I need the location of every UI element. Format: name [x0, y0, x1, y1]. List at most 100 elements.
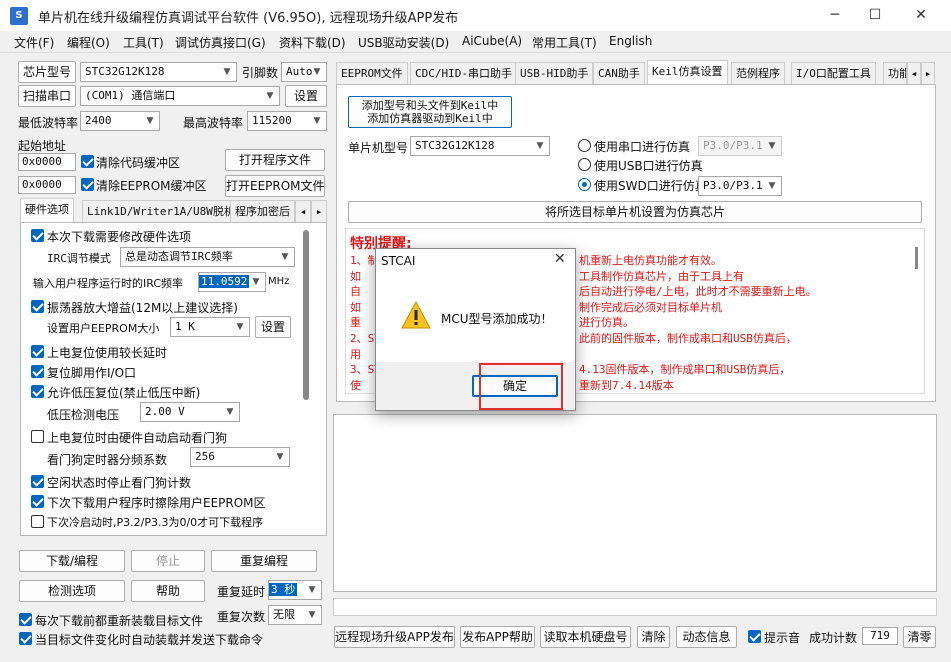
output-log[interactable]	[333, 414, 937, 592]
publish-help-button[interactable]: 发布APP帮助	[460, 626, 535, 648]
wdt-select[interactable]: 256 ▼	[190, 447, 290, 467]
tab-cdc-hid-serial[interactable]: CDC/HID-串口助手	[410, 62, 517, 84]
wdt-label: 看门狗定时器分频系数	[47, 453, 168, 467]
min-baud-select[interactable]: 2400 ▼	[80, 111, 160, 131]
clear-eeprom-checkbox[interactable]	[81, 178, 94, 191]
download-program-button[interactable]: 下载/编程	[19, 550, 125, 572]
dynamic-info-button[interactable]: 动态信息	[676, 626, 737, 648]
tab-keil-settings[interactable]: Keil仿真设置	[647, 60, 728, 84]
auto-watchdog-checkbox[interactable]	[31, 430, 44, 443]
chevron-down-icon: ▼	[252, 277, 260, 287]
port-settings-button[interactable]: 设置	[285, 85, 327, 107]
menu-english[interactable]: English	[609, 34, 652, 48]
menu-program[interactable]: 编程(O)	[67, 34, 110, 51]
low-voltage-reset-checkbox[interactable]	[31, 385, 44, 398]
tab-link1d[interactable]: Link1D/Writer1A/U8W脱机	[82, 200, 240, 222]
repeat-count-select[interactable]: 无限 ▼	[268, 605, 322, 625]
mcu-model-select[interactable]: STC32G12K128 ▼	[410, 136, 550, 156]
cold-boot-label: 下次冷启动时,P3.2/P3.3为0/0才可下载程序	[47, 516, 264, 529]
long-reset-delay-checkbox[interactable]	[31, 345, 44, 358]
help-button[interactable]: 帮助	[131, 580, 205, 602]
cold-boot-checkbox[interactable]	[31, 515, 44, 528]
menu-usb-driver[interactable]: USB驱动安装(D)	[358, 34, 449, 51]
clear-code-checkbox[interactable]	[81, 155, 94, 168]
chevron-down-icon: ▼	[236, 322, 244, 332]
irc-freq-select[interactable]: 11.0592 ▼	[198, 272, 266, 292]
irc-mode-select[interactable]: 总是动态调节IRC频率 ▼	[120, 247, 295, 267]
start-address-label: 起始地址	[18, 139, 67, 153]
sim-serial-radio[interactable]	[578, 139, 591, 152]
auto-load-checkbox[interactable]	[19, 632, 32, 645]
eeprom-start-address-input[interactable]: 0x0000	[18, 176, 76, 194]
scan-port-button[interactable]: 扫描串口	[18, 85, 76, 107]
hw-scrollbar[interactable]	[303, 230, 309, 400]
check-options-button[interactable]: 检测选项	[19, 580, 125, 602]
menu-download[interactable]: 资料下载(D)	[279, 34, 346, 51]
open-eeprom-button[interactable]: 打开EEPROM文件	[225, 175, 325, 197]
menu-common-tools[interactable]: 常用工具(T)	[532, 34, 597, 51]
idle-stop-wdt-checkbox[interactable]	[31, 475, 44, 488]
right-tab-scroll-right-icon[interactable]: ▸	[921, 62, 935, 84]
chevron-down-icon: ▼	[308, 610, 316, 620]
notice-scrollbar[interactable]	[915, 247, 918, 269]
lvd-select[interactable]: 2.00 V ▼	[140, 402, 240, 422]
set-target-chip-button[interactable]: 将所选目标单片机设置为仿真芯片	[348, 201, 922, 223]
menu-tools[interactable]: 工具(T)	[123, 34, 164, 51]
tab-encrypt[interactable]: 程序加密后	[230, 200, 295, 222]
auto-watchdog-label: 上电复位时由硬件自动启动看门狗	[47, 431, 228, 445]
reset-as-io-checkbox[interactable]	[31, 365, 44, 378]
notice-line: 后自动进行停电/上电，此时才不需要重新上电。	[579, 285, 817, 299]
max-baud-select[interactable]: 115200 ▼	[247, 111, 327, 131]
add-to-keil-line2: 添加仿真器驱动到Keil中	[367, 112, 493, 125]
erase-eeprom-checkbox[interactable]	[31, 495, 44, 508]
chip-model-select[interactable]: STC32G12K128 ▼	[80, 62, 237, 82]
code-start-address-input[interactable]: 0x0000	[18, 153, 76, 171]
tab-usb-hid[interactable]: USB-HID助手	[515, 62, 594, 84]
sim-serial-port-select[interactable]: P3.0/P3.1 ▼	[698, 136, 782, 156]
notice-line: 重新到7.4.14版本	[579, 378, 674, 392]
repeat-count-label: 重复次数	[217, 610, 266, 624]
max-baud-label: 最高波特率	[183, 116, 244, 130]
dialog-close-icon[interactable]: ✕	[554, 251, 566, 267]
clear-log-button[interactable]: 清除	[637, 626, 670, 648]
read-disk-id-button[interactable]: 读取本机硬盘号	[540, 626, 631, 648]
repeat-delay-select[interactable]: 3 秒 ▼	[268, 580, 322, 600]
tab-scroll-right-icon[interactable]: ▸	[311, 200, 327, 222]
modify-hw-checkbox[interactable]	[31, 229, 44, 242]
hint-sound-checkbox[interactable]	[748, 630, 761, 643]
add-to-keil-line1: 添加型号和头文件到Keil中	[361, 99, 499, 112]
window-title: 单片机在线升级编程仿真调试平台软件 (V6.95O), 远程现场升级APP发布	[38, 11, 459, 26]
tab-hardware-options[interactable]: 硬件选项	[20, 198, 74, 222]
port-select[interactable]: (COM1) 通信端口 ▼	[80, 86, 280, 106]
eeprom-size-set-button[interactable]: 设置	[255, 316, 291, 338]
menu-debug[interactable]: 调试仿真接口(G)	[175, 34, 266, 51]
publish-app-button[interactable]: 远程现场升级APP发布	[334, 626, 455, 648]
menu-aicube[interactable]: AiCube(A)	[462, 34, 522, 48]
tab-can[interactable]: CAN助手	[593, 62, 645, 84]
stop-button[interactable]: 停止	[131, 550, 205, 572]
app-icon: S	[10, 7, 28, 25]
reload-before-download-checkbox[interactable]	[19, 613, 32, 626]
menu-file[interactable]: 文件(F)	[14, 34, 54, 51]
pin-count-select[interactable]: Auto ▼	[281, 62, 327, 82]
notice-right-column: 机重新上电仿真功能才有效。 工具制作仿真芯片，由于工具上有 后自动进行停电/上电…	[579, 253, 817, 393]
eeprom-size-select[interactable]: 1 K ▼	[170, 317, 250, 337]
reset-count-button[interactable]: 清零	[903, 626, 936, 648]
tab-functions[interactable]: 功能	[883, 62, 907, 84]
add-to-keil-button[interactable]: 添加型号和头文件到Keil中 添加仿真器驱动到Keil中	[348, 96, 512, 128]
sim-swd-radio[interactable]	[578, 178, 591, 191]
repeat-program-button[interactable]: 重复编程	[211, 550, 317, 572]
close-window-icon[interactable]: ✕	[898, 0, 944, 31]
sim-usb-radio[interactable]	[578, 158, 591, 171]
tab-examples[interactable]: 范例程序	[731, 62, 785, 84]
tab-scroll-left-icon[interactable]: ◂	[295, 200, 311, 222]
tab-eeprom-file[interactable]: EEPROM文件	[336, 62, 408, 84]
chip-model-button[interactable]: 芯片型号	[18, 61, 76, 83]
sim-swd-port-select[interactable]: P3.0/P3.1 ▼	[698, 176, 782, 196]
title-bar: S 单片机在线升级编程仿真调试平台软件 (V6.95O), 远程现场升级APP发…	[0, 0, 951, 31]
open-program-button[interactable]: 打开程序文件	[225, 149, 325, 171]
osc-gain-checkbox[interactable]	[31, 300, 44, 313]
tab-io-config[interactable]: I/O口配置工具	[791, 62, 876, 84]
right-tab-scroll-left-icon[interactable]: ◂	[907, 62, 921, 84]
maximize-icon[interactable]: ☐	[852, 0, 898, 31]
